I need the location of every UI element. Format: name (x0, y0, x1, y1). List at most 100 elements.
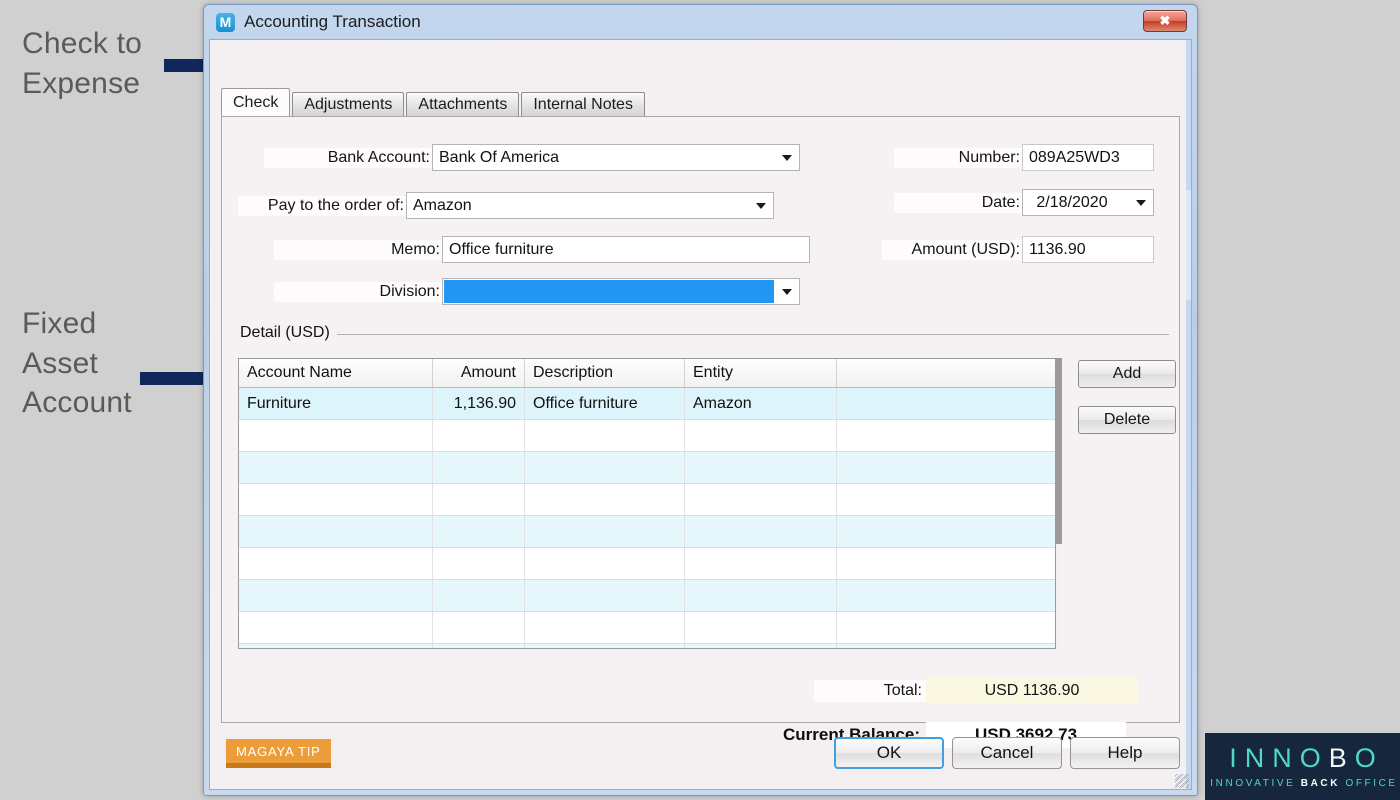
cell-amount (433, 644, 525, 648)
cell-entity: Amazon (685, 388, 837, 419)
arrow-shaft (140, 372, 208, 385)
cell-account-name: Furniture (239, 388, 433, 419)
annotation-fixed-asset: Fixed Asset Account (22, 304, 132, 423)
total-label: Total: (814, 679, 926, 702)
detail-grid-scrollbar[interactable] (1056, 358, 1062, 649)
innobo-letter: N (1272, 742, 1300, 773)
bank-account-value: Bank Of America (439, 148, 560, 166)
column-header-description[interactable]: Description (525, 359, 685, 387)
tab-strip: Check Adjustments Attachments Internal N… (221, 88, 647, 116)
table-row[interactable] (239, 580, 1055, 612)
annotation-check-to-expense: Check to Expense (22, 24, 142, 103)
innobo-letter: B (1328, 742, 1355, 773)
cell-account-name (239, 420, 433, 451)
cell-description (525, 420, 685, 451)
window-scrollbar[interactable] (1186, 40, 1191, 789)
table-row[interactable]: Furniture 1,136.90 Office furniture Amaz… (239, 388, 1055, 420)
number-value: 089A25WD3 (1029, 148, 1120, 166)
column-header-account-name[interactable]: Account Name (239, 359, 433, 387)
field-row-pay-to-order: Pay to the order of: Amazon (238, 192, 774, 219)
cell-account-name (239, 612, 433, 643)
detail-group-divider (238, 334, 1169, 335)
tab-internal-notes[interactable]: Internal Notes (521, 92, 645, 116)
table-row[interactable] (239, 420, 1055, 452)
detail-grid-scrollbar-thumb[interactable] (1056, 358, 1062, 544)
date-picker[interactable]: 2/18/2020 (1022, 189, 1154, 216)
cell-description (525, 484, 685, 515)
cell-account-name (239, 452, 433, 483)
table-row[interactable] (239, 452, 1055, 484)
annotation-line: Asset (22, 346, 99, 380)
cell-account-name (239, 516, 433, 547)
magaya-tip-badge[interactable]: MAGAYA TIP (226, 739, 331, 768)
memo-label: Memo: (274, 239, 442, 260)
cell-description (525, 612, 685, 643)
memo-input[interactable]: Office furniture (442, 236, 810, 263)
cell-amount (433, 548, 525, 579)
cell-entity (685, 612, 837, 643)
table-row[interactable] (239, 548, 1055, 580)
tab-check[interactable]: Check (221, 88, 291, 116)
chevron-down-icon (756, 202, 766, 209)
cell-entity (685, 644, 837, 648)
chevron-down-icon (782, 288, 792, 295)
tagline-back: BACK (1300, 777, 1346, 789)
window-client-area: Check Adjustments Attachments Internal N… (209, 39, 1192, 790)
annotation-line: Fixed (22, 307, 97, 340)
cell-amount (433, 452, 525, 483)
cell-description (525, 516, 685, 547)
cell-extra (837, 516, 1055, 547)
tagline-innovative: INNOVATIVE (1210, 777, 1301, 789)
pay-to-order-combo[interactable]: Amazon (406, 192, 774, 219)
cell-amount (433, 516, 525, 547)
cell-entity (685, 548, 837, 579)
innobo-tagline: INNOVATIVE BACK OFFICE (1207, 778, 1397, 789)
column-header-amount[interactable]: Amount (433, 359, 525, 387)
ok-button[interactable]: OK (834, 737, 944, 769)
table-row[interactable] (239, 612, 1055, 644)
add-button[interactable]: Add (1078, 360, 1176, 388)
delete-button[interactable]: Delete (1078, 406, 1176, 434)
tab-attachments[interactable]: Attachments (406, 92, 520, 116)
innobo-wordmark: INNOBO (1221, 742, 1384, 773)
cell-extra (837, 388, 1055, 419)
cell-amount (433, 484, 525, 515)
cell-amount (433, 580, 525, 611)
cell-entity (685, 452, 837, 483)
cancel-button[interactable]: Cancel (952, 737, 1062, 769)
close-icon[interactable]: ✖ (1143, 10, 1187, 32)
column-header-extra[interactable] (837, 359, 1055, 387)
cell-extra (837, 612, 1055, 643)
bank-account-combo[interactable]: Bank Of America (432, 144, 800, 171)
tagline-office: OFFICE (1345, 777, 1398, 789)
pay-to-order-label: Pay to the order of: (238, 195, 406, 216)
innobo-letter: N (1244, 742, 1273, 773)
tab-adjustments[interactable]: Adjustments (292, 92, 405, 116)
table-row[interactable] (239, 516, 1055, 548)
cell-account-name (239, 548, 433, 579)
cell-entity (685, 484, 837, 515)
column-header-entity[interactable]: Entity (685, 359, 837, 387)
total-value: USD 1136.90 (926, 678, 1138, 703)
help-button[interactable]: Help (1070, 737, 1180, 769)
number-input[interactable]: 089A25WD3 (1022, 144, 1154, 171)
window-scrollbar-thumb[interactable] (1186, 190, 1191, 300)
innobo-letter: O (1299, 742, 1329, 773)
cell-extra (837, 548, 1055, 579)
cell-description (525, 548, 685, 579)
field-row-bank-account: Bank Account: Bank Of America (264, 144, 800, 171)
table-row[interactable] (239, 644, 1055, 648)
cell-extra (837, 580, 1055, 611)
field-row-number: Number: 089A25WD3 (894, 144, 1154, 171)
cell-description (525, 452, 685, 483)
cell-entity (685, 580, 837, 611)
division-combo[interactable] (442, 278, 800, 305)
detail-group-label: Detail (USD) (238, 324, 337, 342)
division-label: Division: (274, 281, 442, 302)
amount-input[interactable]: 1136.90 (1022, 236, 1154, 263)
cell-extra (837, 484, 1055, 515)
table-row[interactable] (239, 484, 1055, 516)
field-row-amount: Amount (USD): 1136.90 (882, 236, 1154, 263)
resize-grip-icon[interactable] (1175, 774, 1189, 788)
field-row-memo: Memo: Office furniture (274, 236, 810, 263)
